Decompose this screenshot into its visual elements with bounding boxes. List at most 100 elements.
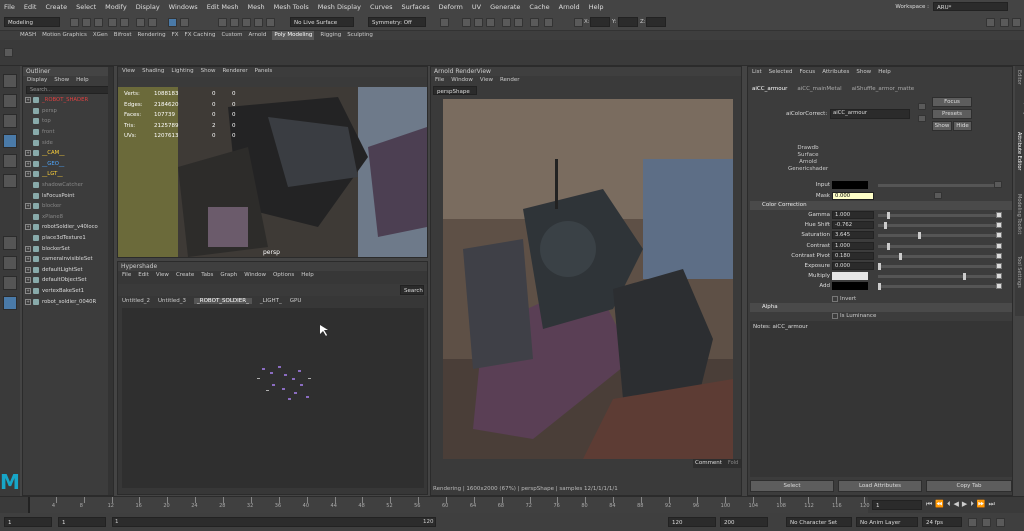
hypershade-menu-graph[interactable]: Graph — [220, 272, 237, 279]
expand-icon[interactable]: + — [25, 277, 31, 284]
shelf-tab-sculpting[interactable]: Sculpting — [347, 31, 373, 40]
shelf-tab-poly-modeling[interactable]: Poly Modeling — [272, 31, 315, 40]
attr-menu-show[interactable]: Show — [856, 69, 871, 77]
hypershade-icon[interactable] — [502, 18, 511, 27]
undo-icon[interactable] — [108, 18, 117, 27]
side-tab[interactable]: Tool Settings — [1016, 256, 1022, 314]
invert-checkbox[interactable] — [832, 296, 838, 302]
cc-map-icon[interactable] — [996, 242, 1002, 249]
expand-icon[interactable] — [25, 108, 31, 114]
menu-mesh-display[interactable]: Mesh Display — [318, 3, 361, 11]
hypershade-tab[interactable]: Untitled_3 — [158, 298, 186, 304]
toggle-panel-icon[interactable] — [1012, 18, 1021, 27]
stop-arnold-icon[interactable] — [544, 18, 553, 27]
outliner-item[interactable]: + __LGT__ — [25, 169, 113, 180]
cc-map-icon[interactable] — [996, 273, 1002, 280]
cc-value-field[interactable]: -0.762 — [832, 221, 874, 230]
menu-file[interactable]: File — [4, 3, 15, 11]
attr-tab[interactable]: aiCC_armour — [752, 86, 787, 92]
y-field[interactable] — [618, 17, 638, 27]
play-back-icon[interactable]: ◀ — [954, 500, 959, 509]
renderview-menu-file[interactable]: File — [435, 77, 444, 84]
outliner-item[interactable]: + _ROBOT_SHADER — [25, 95, 113, 106]
hypershade-tab[interactable]: _ROBOT_SOLDIER_ — [194, 298, 252, 304]
menu-help[interactable]: Help — [589, 3, 604, 11]
viewport-menu-show[interactable]: Show — [201, 68, 216, 75]
single-view-icon[interactable] — [3, 236, 17, 250]
cc-slider[interactable] — [878, 224, 996, 228]
viewport-menu-lighting[interactable]: Lighting — [171, 68, 193, 75]
outliner-item[interactable]: + robotSoldier_v40loco — [25, 222, 113, 233]
hypershade-menu-window[interactable]: Window — [244, 272, 266, 279]
shelf-tab-fx[interactable]: FX — [172, 31, 179, 40]
renderview-camera[interactable]: perspShape — [433, 86, 477, 95]
presets-button[interactable]: Presets — [932, 109, 972, 119]
prev-key-icon[interactable]: ⏴ — [947, 500, 951, 509]
cc-slider[interactable] — [878, 285, 996, 289]
cc-slider-knob[interactable] — [918, 232, 922, 240]
move-tool-icon[interactable] — [3, 134, 17, 148]
render-settings-icon[interactable] — [486, 18, 495, 27]
auto-key-icon[interactable] — [982, 518, 991, 527]
menu-modify[interactable]: Modify — [105, 3, 127, 11]
layout-icon[interactable] — [3, 296, 17, 310]
loop-icon[interactable] — [968, 518, 977, 527]
outliner-item[interactable]: place3dTexture1 — [25, 233, 113, 244]
go-to-start-icon[interactable]: ⏮ — [926, 500, 932, 509]
cc-slider-knob[interactable] — [887, 212, 891, 219]
expand-icon[interactable]: + — [25, 266, 31, 273]
expand-icon[interactable]: + — [25, 224, 31, 231]
cc-slider[interactable] — [878, 234, 996, 238]
expand-icon[interactable]: + — [25, 203, 31, 210]
step-back-icon[interactable]: ⏪ — [935, 500, 944, 509]
cc-map-icon[interactable] — [996, 263, 1002, 269]
shelf-tab-custom[interactable]: Custom — [221, 31, 242, 40]
expand-icon[interactable]: + — [25, 160, 31, 167]
node-name-field[interactable]: aiCC_armour — [830, 109, 910, 119]
select-by-object-icon[interactable] — [168, 18, 177, 27]
show-button[interactable]: Show — [932, 121, 952, 131]
menu-arnold[interactable]: Arnold — [559, 3, 580, 11]
cc-value-field[interactable]: 0.000 — [832, 262, 874, 270]
outliner-item[interactable]: + robot_soldier_0040R — [25, 296, 113, 307]
cc-slider-knob[interactable] — [878, 283, 881, 291]
focus-button[interactable]: Focus — [932, 97, 972, 107]
open-scene-icon[interactable] — [82, 18, 91, 27]
outliner-item[interactable]: + blocker — [25, 201, 113, 212]
menu-uv[interactable]: UV — [472, 3, 481, 11]
anim-prefs-icon[interactable] — [996, 518, 1005, 527]
attr-tab[interactable]: aiCC_mainMetal — [797, 86, 841, 92]
z-field[interactable] — [646, 17, 666, 27]
end-time-field[interactable]: 200 — [720, 517, 768, 527]
playback-end-field[interactable]: 120 — [668, 517, 716, 527]
menu-cache[interactable]: Cache — [529, 3, 549, 11]
select-by-component-icon[interactable] — [180, 18, 189, 27]
input-conn-icon[interactable] — [918, 103, 926, 110]
hypershade-tab[interactable]: Untitled_2 — [122, 298, 150, 304]
toggle-ui-icon[interactable] — [1000, 18, 1009, 27]
outliner-search[interactable]: Search... — [26, 86, 110, 94]
outliner-item[interactable]: persp — [25, 106, 113, 117]
hierarchy-mode-icon[interactable] — [136, 18, 145, 27]
hypershade-menu-view[interactable]: View — [156, 272, 169, 279]
save-scene-icon[interactable] — [94, 18, 103, 27]
menu-mesh-tools[interactable]: Mesh Tools — [274, 3, 309, 11]
range-slider[interactable]: 1 120 — [112, 517, 436, 527]
copy-tab-button[interactable]: Copy Tab — [926, 480, 1012, 492]
outliner-item[interactable]: + blockerSet — [25, 243, 113, 254]
expand-icon[interactable]: + — [25, 245, 31, 252]
hypershade-tab[interactable]: GPU — [290, 298, 302, 304]
attr-menu-attributes[interactable]: Attributes — [822, 69, 849, 77]
outliner-item[interactable]: + __CAM__ — [25, 148, 113, 159]
attr-menu-focus[interactable]: Focus — [799, 69, 815, 77]
redo-icon[interactable] — [120, 18, 129, 27]
go-to-end-icon[interactable]: ⏭ — [989, 500, 995, 509]
menu-generate[interactable]: Generate — [490, 3, 520, 11]
renderview-menu-view[interactable]: View — [480, 77, 493, 84]
shelf-tab-arnold[interactable]: Arnold — [249, 31, 267, 40]
time-slider[interactable]: 4 8 12 16 20 24 28 32 36 40 44 48 52 56 60 64 68 72 76 80 84… — [0, 496, 1024, 513]
x-field[interactable] — [590, 17, 610, 27]
lasso-tool-icon[interactable] — [3, 94, 17, 108]
rotate-tool-icon[interactable] — [3, 154, 17, 168]
menu-windows[interactable]: Windows — [169, 3, 198, 11]
